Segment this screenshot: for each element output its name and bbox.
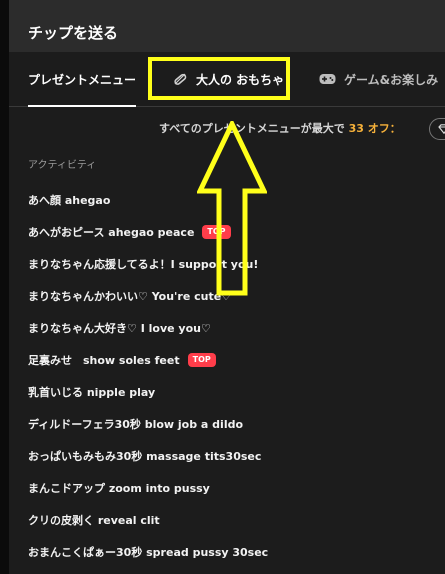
list-item[interactable]: おまんこくぱぁー30秒 spread pussy 30sec [28, 536, 438, 568]
list-item[interactable]: おっぱいもみもみ30秒 massage tits30sec [28, 440, 438, 472]
list-item-label: あへがおピース ahegao peace [28, 226, 195, 239]
section-label-activity: アクティビティ [28, 160, 97, 171]
up-arrow-annotation [197, 121, 267, 296]
top-badge: TOP [187, 353, 216, 367]
list-item-label: まんこドアップ zoom into pussy [28, 482, 210, 495]
list-item-label: クリの皮剥く reveal clit [28, 514, 160, 527]
discount-notice: すべてのプレゼントメニューが最大で 33 オフ： [159, 120, 401, 136]
list-item-label: あへ顔 ahegao [28, 194, 111, 207]
list-item[interactable]: まりなちゃん大好き♡ I love you♡ [28, 312, 438, 344]
list-item-label: 足裏みせ show soles feet [28, 354, 180, 367]
page-title: チップを送る [28, 24, 119, 42]
list-item-label: おまんこくぱぁー30秒 spread pussy 30sec [28, 546, 269, 559]
panel-header: チップを送る [9, 0, 445, 52]
list-item-label: 乳首いじる nipple play [28, 386, 156, 399]
list-item-label: まりなちゃん大好き♡ I love you♡ [28, 322, 211, 335]
diamond-icon [438, 124, 445, 134]
tab-games[interactable]: ゲーム&お楽しみ [319, 52, 438, 106]
tab-games-label: ゲーム&お楽しみ [344, 72, 439, 87]
discount-percent: 33 [348, 122, 364, 135]
list-item[interactable]: まんこドアップ zoom into pussy [28, 472, 438, 504]
list-item-label: おっぱいもみもみ30秒 massage tits30sec [28, 450, 262, 463]
list-item[interactable]: クリの皮剥く reveal clit [28, 504, 438, 536]
gamepad-icon [319, 74, 336, 84]
list-item[interactable]: 足裏みせ show soles feet TOP [28, 344, 438, 376]
tab-present-menu[interactable]: プレゼントメニュー [28, 52, 137, 107]
discount-suffix: オフ： [367, 122, 401, 135]
list-item-label: ディルドーフェラ30秒 blow job a dildo [28, 418, 244, 431]
list-item[interactable]: 乳首いじる nipple play [28, 376, 438, 408]
diamond-button[interactable] [429, 118, 445, 140]
active-tab-indicator [28, 105, 137, 107]
tab-present-menu-label: プレゼントメニュー [28, 72, 137, 87]
highlight-annotation-box [148, 57, 290, 100]
list-item[interactable]: ディルドーフェラ30秒 blow job a dildo [28, 408, 438, 440]
